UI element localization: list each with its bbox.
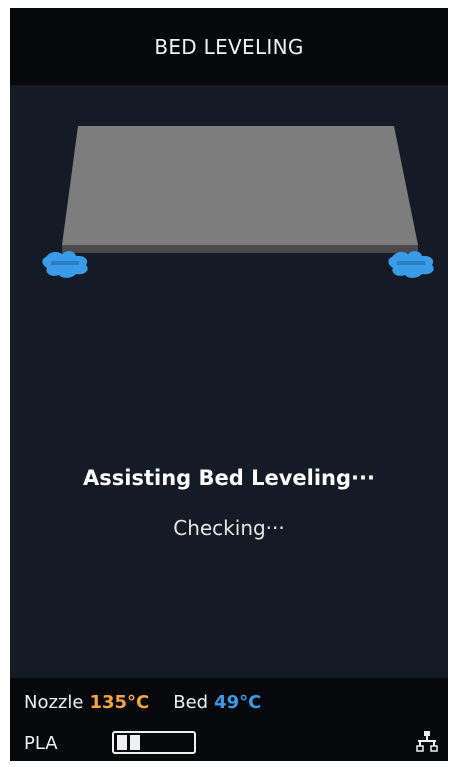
nozzle-temperature: 135°C xyxy=(89,692,150,713)
bed-label: Bed xyxy=(173,692,209,713)
bed-plate-illustration xyxy=(42,126,434,278)
nozzle-label: Nozzle xyxy=(24,692,84,713)
material-label: PLA xyxy=(24,733,58,754)
bed-plate-top xyxy=(62,126,418,245)
bed-temperature: 49°C xyxy=(214,692,262,713)
page-title: BED LEVELING xyxy=(154,34,304,59)
filament-gauge-segment xyxy=(117,735,127,750)
printer-screen: BED LEVELING Assisting Bed Leveling··· C… xyxy=(10,8,448,761)
left-leveling-knob-icon xyxy=(42,251,88,278)
temperature-row: Nozzle 135°C Bed 49°C xyxy=(24,692,267,713)
filament-gauge xyxy=(112,731,196,754)
wired-network-icon xyxy=(416,731,438,752)
status-title: Assisting Bed Leveling··· xyxy=(83,466,375,490)
right-leveling-knob-icon xyxy=(388,251,434,278)
filament-gauge-segment xyxy=(130,735,140,750)
header-bar: BED LEVELING xyxy=(10,8,448,85)
bed-plate-edge xyxy=(62,245,418,253)
status-bar: Nozzle 135°C Bed 49°C PLA xyxy=(10,678,448,761)
status-subtitle: Checking··· xyxy=(173,516,285,540)
